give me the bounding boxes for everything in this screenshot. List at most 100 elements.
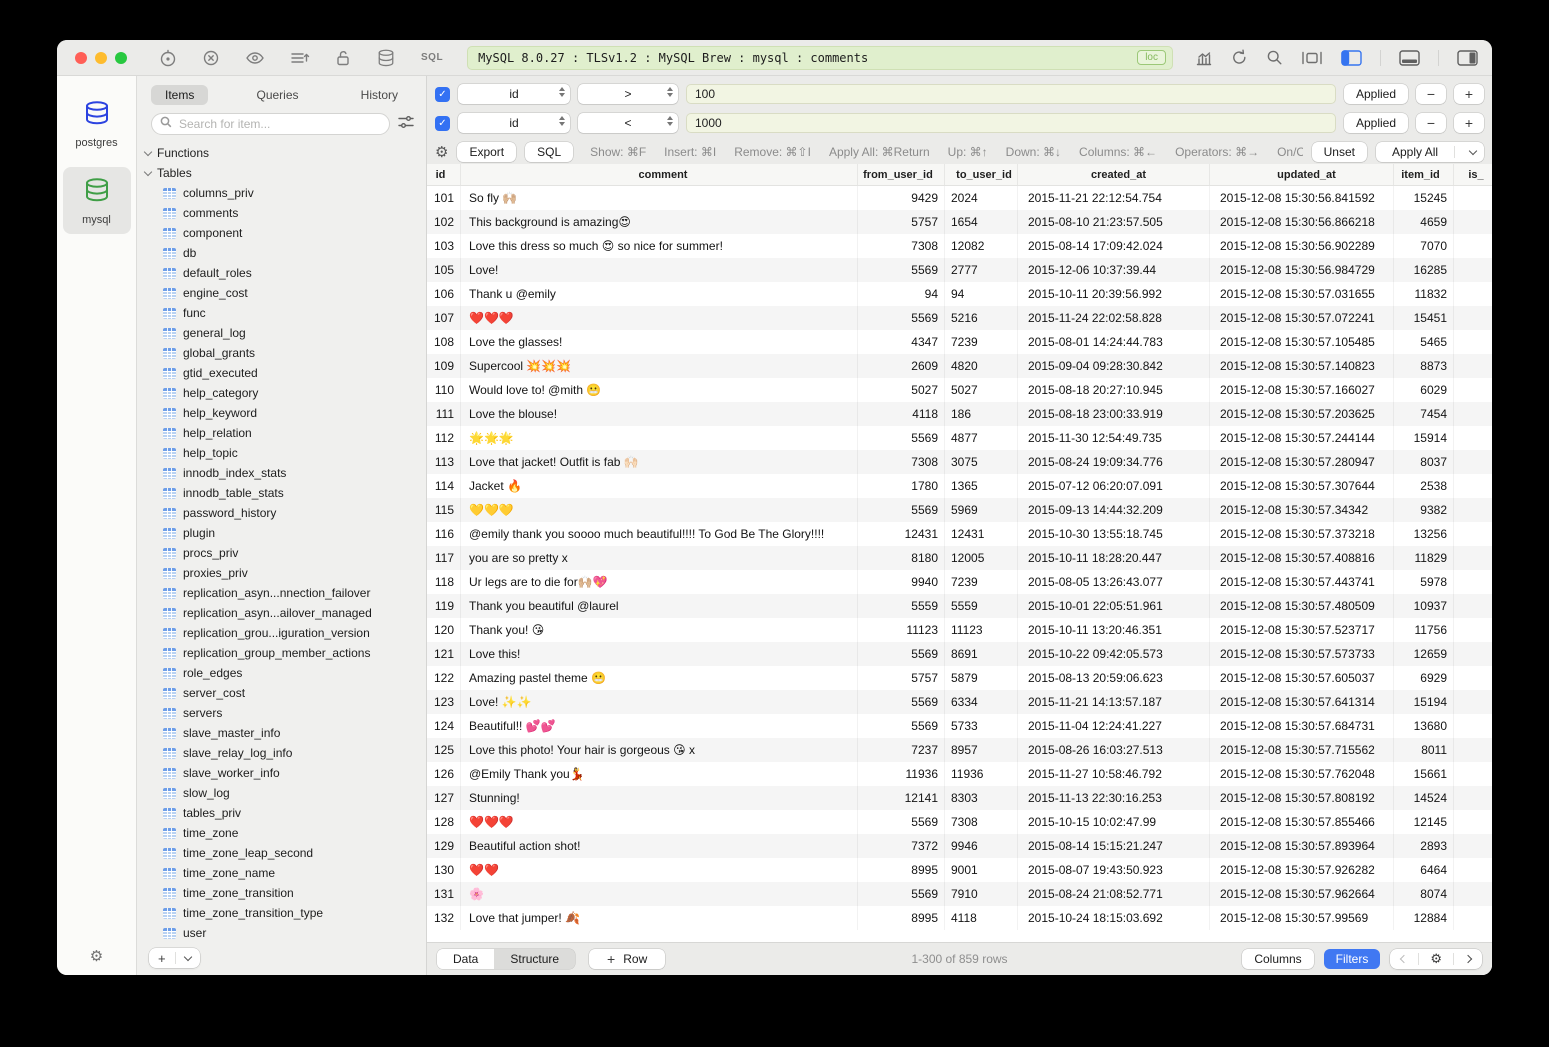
sidebar-table-item[interactable]: innodb_table_stats <box>145 483 426 503</box>
cell-item-id[interactable]: 6929 <box>1394 666 1454 690</box>
cell-is[interactable] <box>1454 258 1492 282</box>
table-row[interactable]: 112 🌟🌟🌟 5569 4877 2015-11-30 12:54:49.73… <box>427 426 1492 450</box>
table-row[interactable]: 127 Stunning! 12141 8303 2015-11-13 22:3… <box>427 786 1492 810</box>
table-row[interactable]: 131 🌸 5569 7910 2015-08-24 21:08:52.771 … <box>427 882 1492 906</box>
cell-created-at[interactable]: 2015-08-26 16:03:27.513 <box>1018 738 1210 762</box>
tab-queries[interactable]: Queries <box>242 85 312 105</box>
cell-updated-at[interactable]: 2015-12-08 15:30:57.072241 <box>1210 306 1394 330</box>
cell-is[interactable] <box>1454 498 1492 522</box>
cell-to-user-id[interactable]: 7308 <box>945 810 1018 834</box>
cell-to-user-id[interactable]: 8303 <box>945 786 1018 810</box>
cell-updated-at[interactable]: 2015-12-08 15:30:57.573733 <box>1210 642 1394 666</box>
cell-comment[interactable]: Ur legs are to die for🙌🏼💖 <box>461 570 858 594</box>
cell-from-user-id[interactable]: 5569 <box>858 882 945 906</box>
cell-created-at[interactable]: 2015-10-11 13:20:46.351 <box>1018 618 1210 642</box>
cell-to-user-id[interactable]: 6334 <box>945 690 1018 714</box>
cell-id[interactable]: 126 <box>427 762 461 786</box>
cell-id[interactable]: 108 <box>427 330 461 354</box>
cell-to-user-id[interactable]: 5027 <box>945 378 1018 402</box>
cell-created-at[interactable]: 2015-11-30 12:54:49.735 <box>1018 426 1210 450</box>
sidebar-table-item[interactable]: time_zone_leap_second <box>145 843 426 863</box>
sidebar-table-item[interactable]: plugin <box>145 523 426 543</box>
cell-comment[interactable]: Supercool 💥💥💥 <box>461 354 858 378</box>
cell-created-at[interactable]: 2015-08-18 23:00:33.919 <box>1018 402 1210 426</box>
cell-item-id[interactable]: 2893 <box>1394 834 1454 858</box>
cell-item-id[interactable]: 15194 <box>1394 690 1454 714</box>
cell-created-at[interactable]: 2015-10-15 10:02:47.99 <box>1018 810 1210 834</box>
cell-to-user-id[interactable]: 5733 <box>945 714 1018 738</box>
cell-comment[interactable]: @Emily Thank you💃 <box>461 762 858 786</box>
cell-id[interactable]: 120 <box>427 618 461 642</box>
columns-button[interactable]: Columns <box>1242 949 1313 969</box>
cell-from-user-id[interactable]: 5569 <box>858 714 945 738</box>
column-header-id[interactable]: id <box>427 164 461 185</box>
cell-updated-at[interactable]: 2015-12-08 15:30:57.166027 <box>1210 378 1394 402</box>
cell-from-user-id[interactable]: 94 <box>858 282 945 306</box>
cell-comment[interactable]: Love the blouse! <box>461 402 858 426</box>
sidebar-table-item[interactable]: slave_worker_info <box>145 763 426 783</box>
cell-comment[interactable]: Love! ✨✨ <box>461 690 858 714</box>
table-row[interactable]: 119 Thank you beautiful @laurel 5559 555… <box>427 594 1492 618</box>
close-window-button[interactable] <box>75 52 87 64</box>
table-row[interactable]: 106 Thank u @emily 94 94 2015-10-11 20:3… <box>427 282 1492 306</box>
cell-id[interactable]: 102 <box>427 210 461 234</box>
table-row[interactable]: 126 @Emily Thank you💃 11936 11936 2015-1… <box>427 762 1492 786</box>
cell-updated-at[interactable]: 2015-12-08 15:30:57.641314 <box>1210 690 1394 714</box>
zoom-window-button[interactable] <box>115 52 127 64</box>
remove-filter-button[interactable]: − <box>1416 84 1446 104</box>
cell-id[interactable]: 123 <box>427 690 461 714</box>
cell-to-user-id[interactable]: 9946 <box>945 834 1018 858</box>
column-header-created-at[interactable]: created_at <box>1018 164 1210 185</box>
search-input[interactable] <box>177 116 381 132</box>
cell-is[interactable] <box>1454 810 1492 834</box>
cell-updated-at[interactable]: 2015-12-08 15:30:57.105485 <box>1210 330 1394 354</box>
cell-comment[interactable]: Beautiful!! 💕💕 <box>461 714 858 738</box>
cell-id[interactable]: 124 <box>427 714 461 738</box>
cell-is[interactable] <box>1454 906 1492 930</box>
cell-comment[interactable]: Beautiful action shot! <box>461 834 858 858</box>
cell-item-id[interactable]: 12145 <box>1394 810 1454 834</box>
sidebar-table-item[interactable]: columns_priv <box>145 183 426 203</box>
cell-item-id[interactable]: 15245 <box>1394 186 1454 210</box>
cell-is[interactable] <box>1454 666 1492 690</box>
sidebar-table-item[interactable]: slave_relay_log_info <box>145 743 426 763</box>
cell-item-id[interactable]: 5978 <box>1394 570 1454 594</box>
export-list-icon[interactable] <box>290 50 310 66</box>
sql-button[interactable]: SQL <box>525 142 573 162</box>
cell-item-id[interactable]: 9382 <box>1394 498 1454 522</box>
cell-item-id[interactable]: 13256 <box>1394 522 1454 546</box>
filter-column-select[interactable]: id <box>458 113 570 133</box>
sidebar-table-item[interactable]: role_edges <box>145 663 426 683</box>
column-header-updated-at[interactable]: updated_at <box>1210 164 1394 185</box>
cell-created-at[interactable]: 2015-08-18 20:27:10.945 <box>1018 378 1210 402</box>
cell-to-user-id[interactable]: 3075 <box>945 450 1018 474</box>
cell-to-user-id[interactable]: 5216 <box>945 306 1018 330</box>
cell-updated-at[interactable]: 2015-12-08 15:30:57.373218 <box>1210 522 1394 546</box>
cell-created-at[interactable]: 2015-08-14 15:15:21.247 <box>1018 834 1210 858</box>
cell-is[interactable] <box>1454 402 1492 426</box>
next-page-button[interactable] <box>1454 949 1482 969</box>
sidebar-table-item[interactable]: innodb_index_stats <box>145 463 426 483</box>
cell-is[interactable] <box>1454 426 1492 450</box>
cell-is[interactable] <box>1454 546 1492 570</box>
cell-created-at[interactable]: 2015-09-13 14:44:32.209 <box>1018 498 1210 522</box>
cell-created-at[interactable]: 2015-08-05 13:26:43.077 <box>1018 570 1210 594</box>
cell-to-user-id[interactable]: 12005 <box>945 546 1018 570</box>
cell-from-user-id[interactable]: 12431 <box>858 522 945 546</box>
sidebar-table-item[interactable]: engine_cost <box>145 283 426 303</box>
cell-to-user-id[interactable]: 5969 <box>945 498 1018 522</box>
sql-editor-icon[interactable]: SQL <box>421 52 443 63</box>
sidebar-table-item[interactable]: user <box>145 923 426 943</box>
cell-to-user-id[interactable]: 4877 <box>945 426 1018 450</box>
cell-comment[interactable]: Stunning! <box>461 786 858 810</box>
table-row[interactable]: 101 So fly 🙌🏼 9429 2024 2015-11-21 22:12… <box>427 186 1492 210</box>
cell-item-id[interactable]: 14524 <box>1394 786 1454 810</box>
cell-to-user-id[interactable]: 186 <box>945 402 1018 426</box>
cell-comment[interactable]: Amazing pastel theme 😬 <box>461 666 858 690</box>
sidebar-table-item[interactable]: replication_group_member_actions <box>145 643 426 663</box>
structure-tab[interactable]: Structure <box>494 949 575 969</box>
cell-is[interactable] <box>1454 234 1492 258</box>
cell-item-id[interactable]: 6464 <box>1394 858 1454 882</box>
cell-item-id[interactable]: 16285 <box>1394 258 1454 282</box>
cell-from-user-id[interactable]: 5559 <box>858 594 945 618</box>
